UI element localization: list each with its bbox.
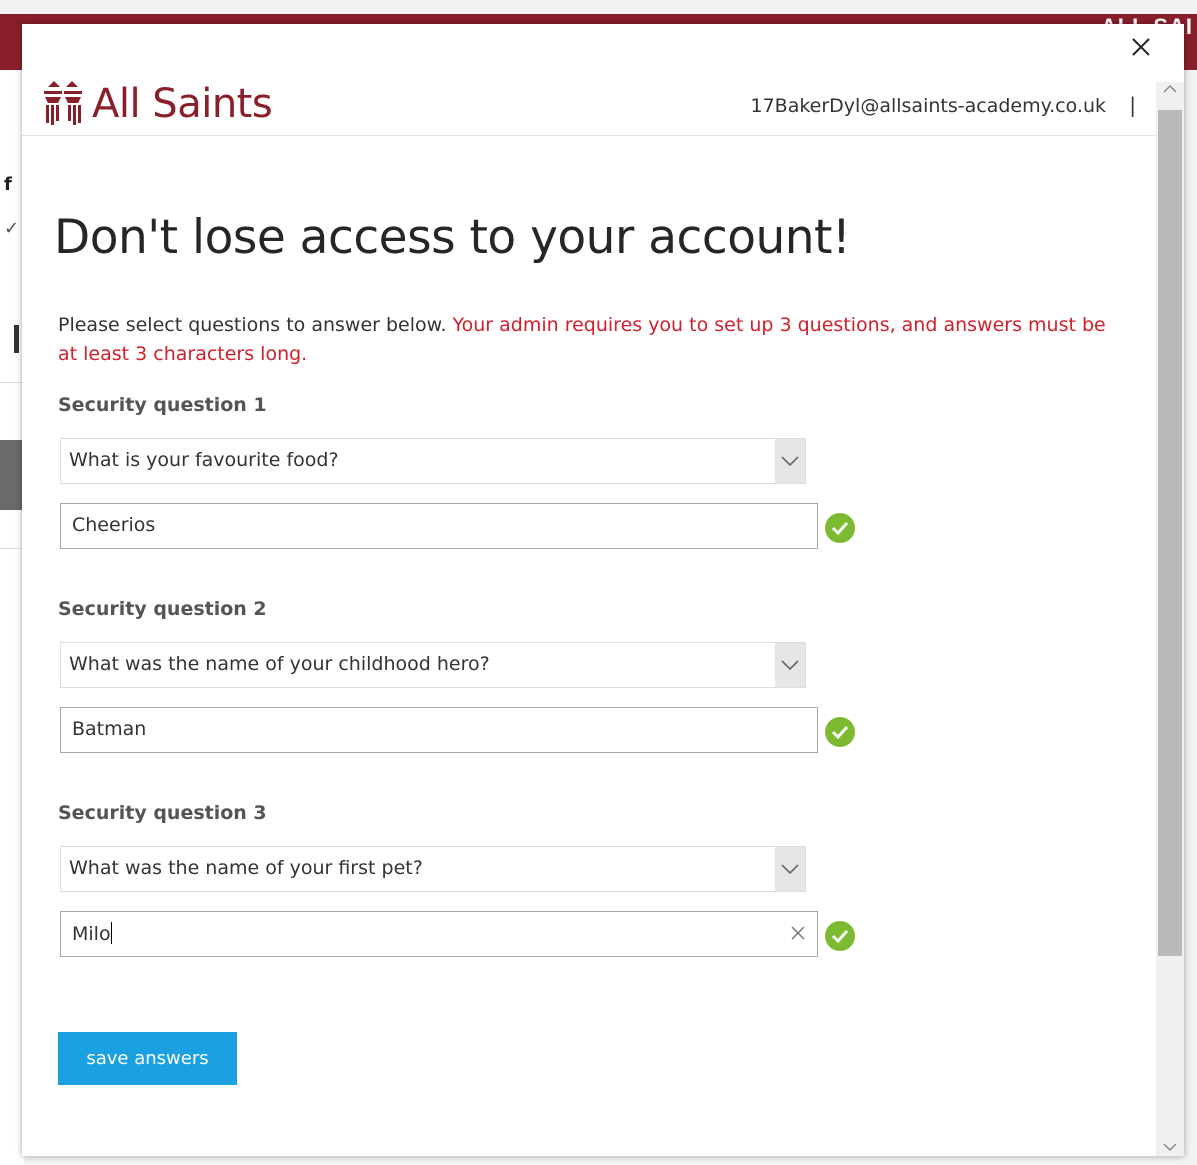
chevron-down-icon — [781, 456, 799, 467]
page-title: Don't lose access to your account! — [54, 210, 851, 265]
security-answer-3-input[interactable]: Milo — [60, 911, 818, 957]
background-page-strip: f ✓ — [0, 70, 24, 1165]
scrollbar-thumb[interactable] — [1158, 110, 1182, 956]
check-circle-icon — [825, 513, 855, 543]
chevron-down-icon — [781, 660, 799, 671]
instructions: Please select questions to answer below.… — [58, 311, 1128, 369]
close-icon — [1132, 38, 1150, 56]
dialog-scrollbar[interactable] — [1156, 82, 1184, 1156]
scroll-up-icon[interactable] — [1163, 84, 1177, 94]
save-answers-button[interactable]: save answers — [58, 1032, 237, 1085]
user-email[interactable]: 17BakerDyl@allsaints-academy.co.uk — [751, 95, 1107, 117]
crest-icon — [44, 81, 82, 125]
security-question-3-select[interactable]: What was the name of your first pet? — [60, 846, 806, 892]
logo: All Saints — [42, 81, 273, 127]
check-circle-icon — [825, 921, 855, 951]
scroll-down-icon[interactable] — [1163, 1142, 1177, 1152]
answer-value: Milo — [72, 922, 112, 945]
security-question-3-label: Security question 3 — [58, 802, 267, 824]
background-divider — [0, 548, 24, 549]
dropdown-arrow[interactable] — [775, 439, 805, 483]
check-circle-icon — [825, 717, 855, 747]
answer-value: Batman — [72, 718, 147, 740]
select-value: What was the name of your childhood hero… — [69, 653, 490, 675]
clear-input-button[interactable] — [787, 922, 809, 944]
logo-text: All Saints — [92, 81, 273, 127]
background-bar — [14, 325, 19, 353]
security-question-1-label: Security question 1 — [58, 394, 267, 416]
close-icon — [791, 926, 805, 940]
security-question-1-select[interactable]: What is your favourite food? — [60, 438, 806, 484]
background-glyph: f — [4, 174, 12, 195]
security-answer-2-input[interactable]: Batman — [60, 707, 818, 753]
select-value: What was the name of your first pet? — [69, 857, 423, 879]
text-caret — [110, 922, 112, 944]
answer-text: Milo — [72, 923, 111, 945]
background-image — [0, 440, 22, 510]
instructions-text: Please select questions to answer below. — [58, 314, 453, 336]
dropdown-arrow[interactable] — [775, 643, 805, 687]
background-check-icon: ✓ — [4, 218, 20, 239]
security-question-2-select[interactable]: What was the name of your childhood hero… — [60, 642, 806, 688]
chevron-down-icon — [781, 864, 799, 875]
dropdown-arrow[interactable] — [775, 847, 805, 891]
security-question-2-label: Security question 2 — [58, 598, 267, 620]
security-questions-dialog: All Saints 17BakerDyl@allsaints-academy.… — [22, 24, 1184, 1156]
security-answer-1-input[interactable]: Cheerios — [60, 503, 818, 549]
header-separator: | — [1129, 93, 1136, 117]
dialog-header: All Saints 17BakerDyl@allsaints-academy.… — [22, 69, 1156, 136]
close-button[interactable] — [1126, 32, 1156, 62]
select-value: What is your favourite food? — [69, 449, 339, 471]
answer-value: Cheerios — [72, 514, 156, 536]
background-divider — [0, 382, 24, 383]
